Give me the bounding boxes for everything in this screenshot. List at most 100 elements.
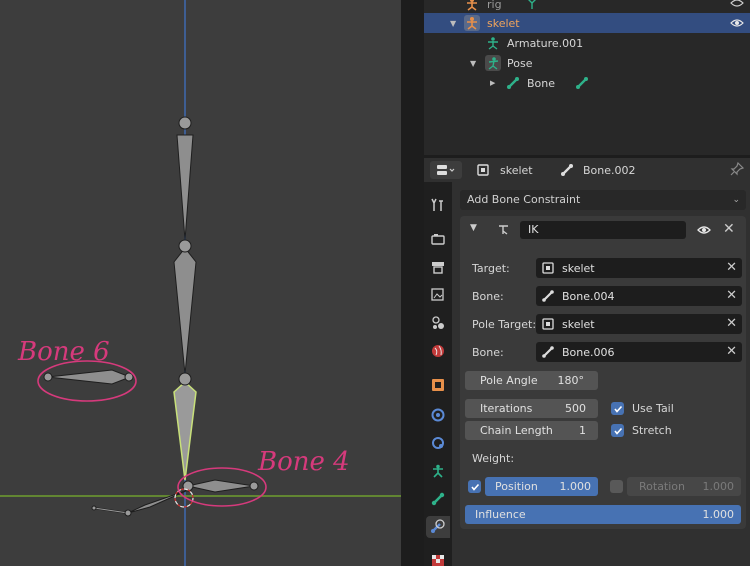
bone-4[interactable]	[187, 479, 259, 493]
bone-icon	[542, 346, 554, 358]
chain-length-value: 1	[579, 424, 586, 437]
bone-upper[interactable]	[176, 116, 194, 241]
tab-render[interactable]	[426, 228, 450, 250]
armature-object-icon	[464, 0, 480, 12]
bone-label: Bone:	[472, 290, 504, 303]
pole-angle-field[interactable]: Pole Angle 180°	[465, 371, 598, 390]
eye-icon[interactable]	[730, 0, 744, 10]
tab-physics[interactable]	[426, 460, 450, 482]
tab-scene[interactable]	[426, 312, 450, 334]
pole-angle-value: 180°	[557, 374, 585, 387]
pole-target-value: skelet	[562, 317, 595, 331]
pose-icon	[485, 55, 501, 71]
tab-bone[interactable]	[426, 488, 450, 510]
tab-tool[interactable]	[426, 194, 450, 216]
tab-bone-constraint[interactable]	[426, 516, 450, 538]
position-value: 1.000	[559, 480, 592, 493]
modifiers-icon	[431, 408, 445, 422]
pole-target-field[interactable]: skelet ✕	[536, 314, 742, 334]
tab-world[interactable]	[426, 340, 450, 362]
delete-constraint-icon[interactable]: ✕	[723, 221, 735, 237]
outliner-label-pose: Pose	[507, 56, 533, 70]
properties-tabs	[424, 182, 452, 566]
editor-separator	[401, 0, 424, 566]
object-icon	[432, 379, 444, 391]
chain-length-field[interactable]: Chain Length 1	[465, 421, 598, 440]
influence-slider[interactable]: Influence 1.000	[465, 505, 741, 524]
stretch-checkbox[interactable]	[611, 424, 624, 437]
tab-object[interactable]	[426, 374, 450, 396]
3d-viewport[interactable]: Bone 6 Bone 4	[0, 0, 401, 566]
influence-value: 1.000	[702, 508, 735, 521]
chevron-down-icon: ⌄	[732, 195, 740, 205]
influence-label: Influence	[475, 508, 526, 521]
expand-arrow-icon[interactable]: ▼	[450, 19, 456, 28]
use-tail-label: Use Tail	[632, 402, 674, 415]
bone-active[interactable]	[173, 372, 197, 481]
target-label: Target:	[472, 262, 510, 275]
eye-icon[interactable]	[730, 16, 744, 30]
target-value: skelet	[562, 261, 595, 275]
pole-bone-field[interactable]: Bone.006 ✕	[536, 342, 742, 362]
outliner-row-rig[interactable]: rig	[424, 0, 750, 14]
constraint-name-field[interactable]: IK	[520, 221, 686, 239]
clear-icon[interactable]: ✕	[726, 344, 737, 359]
outliner-row-skelet[interactable]: ▼ skelet	[424, 13, 750, 33]
add-bone-constraint-dropdown[interactable]: Add Bone Constraint ⌄	[460, 190, 746, 210]
outliner-row-armature[interactable]: Armature.001	[424, 33, 750, 53]
tab-modifiers[interactable]	[426, 404, 450, 426]
breadcrumb-object[interactable]: skelet	[476, 163, 533, 177]
outliner-label-armature: Armature.001	[507, 36, 584, 50]
object-icon	[542, 262, 554, 274]
check-icon	[613, 405, 622, 413]
world-icon	[432, 345, 444, 357]
expand-arrow-icon[interactable]: ▶	[490, 79, 495, 87]
annotation-bone6-text: Bone 6	[17, 337, 110, 367]
viewport-canvas[interactable]: Bone 6 Bone 4	[0, 0, 401, 566]
position-label: Position	[495, 480, 538, 493]
pole-bone-label: Bone:	[472, 346, 504, 359]
breadcrumb-bone[interactable]: Bone.002	[560, 163, 636, 177]
armature-object-icon	[464, 15, 480, 31]
clear-icon[interactable]: ✕	[726, 316, 737, 331]
particles-icon	[432, 437, 444, 449]
tab-view-layer[interactable]	[426, 284, 450, 306]
ik-constraint-panel: ▼ IK ✕ Target: skelet ✕ Bone: Bone.004 ✕…	[460, 216, 746, 529]
clear-icon[interactable]: ✕	[726, 288, 737, 303]
clear-icon[interactable]: ✕	[726, 260, 737, 275]
constraint-header[interactable]: ▼ IK ✕	[460, 216, 746, 244]
outliner-row-pose[interactable]: ▼ Pose	[424, 53, 750, 73]
iterations-label: Iterations	[480, 402, 533, 415]
object-icon	[477, 164, 489, 176]
breadcrumb-bone-label: Bone.002	[583, 163, 636, 177]
pin-icon[interactable]	[730, 162, 744, 176]
rotation-label: Rotation	[639, 480, 686, 493]
pole-target-label: Pole Target:	[472, 318, 537, 331]
position-field[interactable]: Position 1.000	[485, 477, 598, 496]
editor-type-button[interactable]	[430, 161, 462, 179]
bone-field[interactable]: Bone.004 ✕	[536, 286, 742, 306]
tab-particles[interactable]	[426, 432, 450, 454]
ik-constraint-icon	[499, 225, 508, 235]
eye-icon[interactable]	[697, 223, 711, 237]
bone-value: Bone.004	[562, 289, 615, 303]
check-icon	[470, 483, 479, 491]
bone-icon	[542, 290, 554, 302]
bone-icon	[505, 75, 521, 91]
use-tail-checkbox[interactable]	[611, 402, 624, 415]
stretch-label: Stretch	[632, 424, 672, 437]
bone-icon	[561, 164, 573, 176]
tab-texture[interactable]	[426, 550, 450, 566]
target-field[interactable]: skelet ✕	[536, 258, 742, 278]
expand-arrow-icon[interactable]: ▼	[470, 59, 476, 68]
outliner-row-bone[interactable]: ▶ Bone	[424, 73, 750, 93]
collapse-arrow-icon[interactable]: ▼	[470, 223, 477, 233]
rotation-field[interactable]: Rotation 1.000	[627, 477, 741, 496]
bone-middle[interactable]	[173, 239, 197, 375]
tab-output[interactable]	[426, 256, 450, 278]
outliner[interactable]: rig ▼ skelet Armature.001 ▼ Pose ▶ Bone	[424, 0, 750, 155]
iterations-field[interactable]: Iterations 500	[465, 399, 598, 418]
rotation-checkbox[interactable]	[610, 480, 623, 493]
bone-6[interactable]	[43, 369, 134, 385]
position-checkbox[interactable]	[468, 480, 481, 493]
